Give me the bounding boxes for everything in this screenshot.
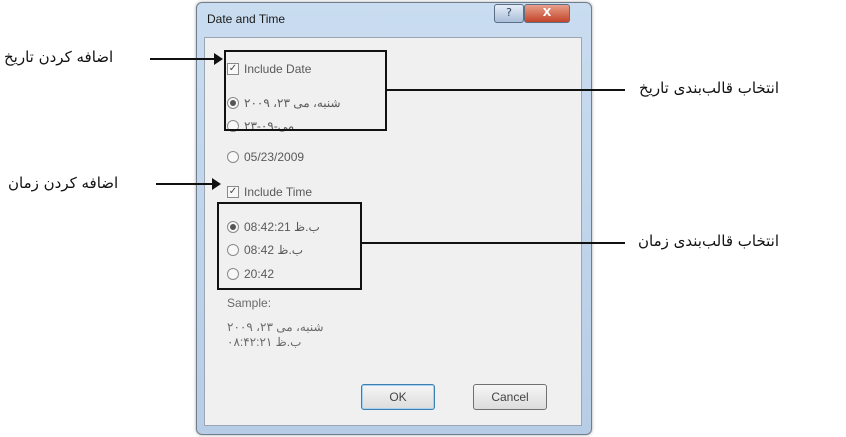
date-format-label: 05/23/2009 <box>244 150 305 164</box>
radio-button[interactable] <box>227 151 239 163</box>
annotation-add-date: اضافه کردن تاریخ <box>4 48 114 66</box>
sample-line-2: ب.ظ ۰۸:۴۲:۲۱ <box>227 335 302 349</box>
ok-button[interactable]: OK <box>361 384 435 410</box>
annotation-date-format: انتخاب قالب‌بندی تاریخ <box>639 79 779 97</box>
arrow-icon <box>212 178 221 190</box>
dialog-title: Date and Time <box>207 12 286 26</box>
leader-line-date-format <box>387 89 625 91</box>
leader-line-add-date <box>150 58 216 60</box>
include-time-label: Include Time <box>244 185 313 199</box>
sample-label: Sample: <box>227 296 272 310</box>
annotation-time-format: انتخاب قالب‌بندی زمان <box>638 232 779 250</box>
close-button[interactable]: X <box>524 4 570 23</box>
leader-line-add-time <box>156 183 214 185</box>
help-button[interactable]: ? <box>494 4 524 23</box>
leader-line-time-format <box>362 242 625 244</box>
include-time-checkbox[interactable]: ✓ Include Time <box>227 183 312 201</box>
title-bar[interactable]: Date and Time ? X <box>197 3 591 36</box>
sample-line-1: شنبه، می ۲۳، ۲۰۰۹ <box>227 320 324 334</box>
cancel-button[interactable]: Cancel <box>473 384 547 410</box>
time-group-highlight <box>217 202 362 290</box>
annotation-add-time: اضافه کردن زمان <box>8 174 119 192</box>
checkbox-box[interactable]: ✓ <box>227 186 239 198</box>
arrow-icon <box>214 53 223 65</box>
date-group-highlight <box>224 50 387 131</box>
date-format-option-3[interactable]: 05/23/2009 <box>227 148 304 166</box>
